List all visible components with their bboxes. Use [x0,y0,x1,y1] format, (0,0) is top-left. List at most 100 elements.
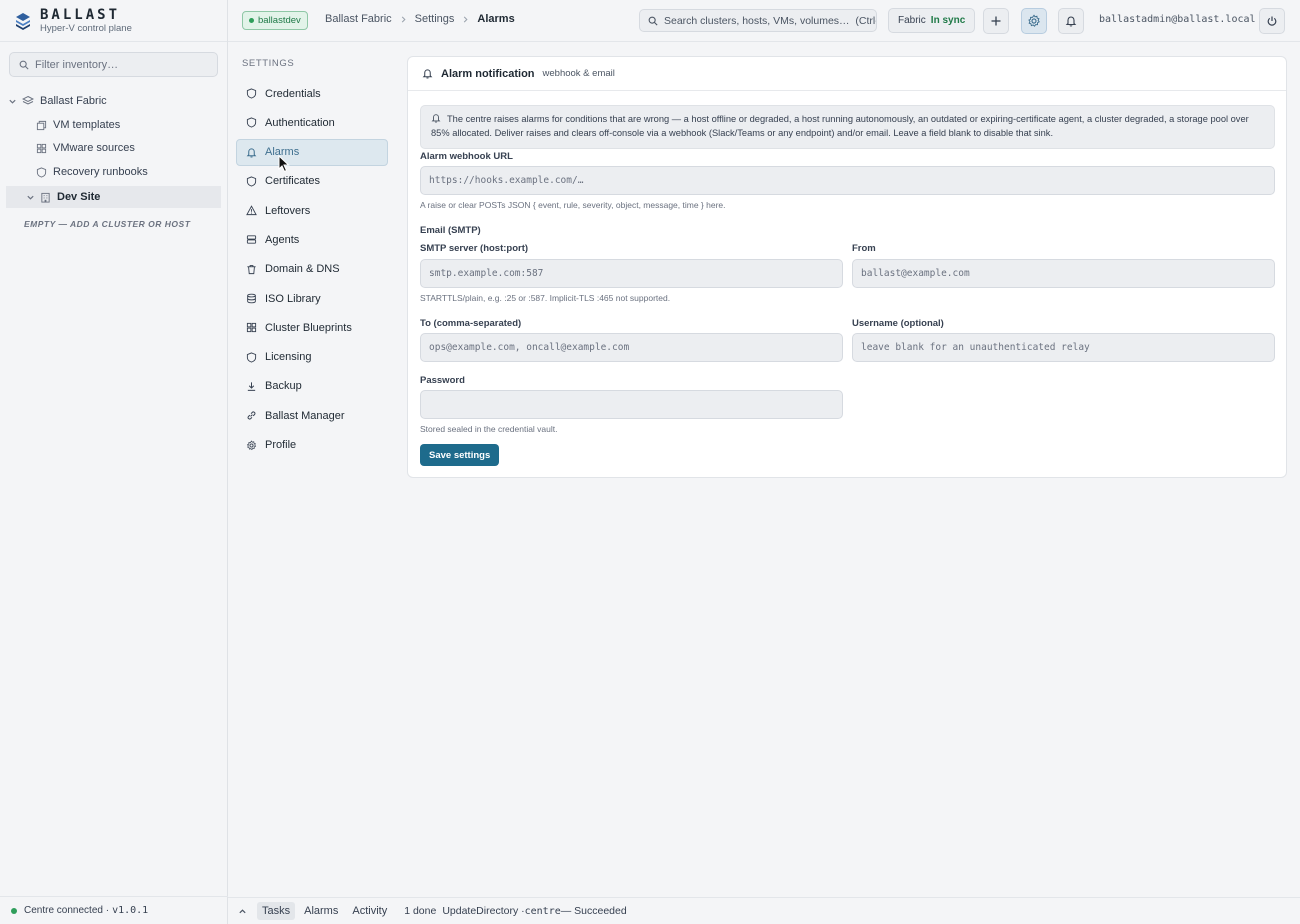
settings-nav-licensing[interactable]: Licensing [236,344,388,371]
to-input[interactable] [420,333,843,362]
settings-nav-profile[interactable]: Profile [236,432,388,459]
task-result: — Succeeded [560,905,627,917]
settings-nav-domain-dns[interactable]: Domain & DNS [236,256,388,283]
smtp-server-label: SMTP server (host:port) [420,243,529,254]
tree-item-label: Recovery runbooks [53,166,148,178]
password-label: Password [420,375,465,386]
save-settings-button[interactable]: Save settings [420,444,500,466]
tree-item-vmware-sources[interactable]: VMware sources [6,137,221,159]
connection-status-text: Centre connected · [24,905,110,916]
task-count: 1 done [404,905,437,917]
global-search-input[interactable] [664,14,876,27]
tree-item-ballast-fabric[interactable]: Ballast Fabric [6,90,221,112]
global-search[interactable] [639,9,877,32]
settings-nav-certificates[interactable]: Certificates [236,168,388,195]
settings-nav-label: Leftovers [265,204,311,217]
grid-icon [246,322,257,333]
task-name[interactable]: UpdateDirectory · [442,905,524,917]
empty-site-hint: EMPTY — ADD A CLUSTER OR HOST [24,219,191,229]
brand[interactable]: BALLAST Hyper-V control plane [0,0,227,42]
settings-button[interactable] [1021,8,1047,34]
webhook-url-label: Alarm webhook URL [420,151,513,162]
sync-status-text: In sync [930,15,966,26]
shield-icon [246,88,257,99]
fabric-label: Fabric [898,15,926,26]
username-label: Username (optional) [852,318,944,329]
copy-icon [36,120,47,131]
link-icon [246,410,257,421]
smtp-server-hint: STARTTLS/plain, e.g. :25 or :587. Implic… [420,293,671,303]
settings-nav-cluster-blueprints[interactable]: Cluster Blueprints [236,314,388,341]
version-label: v1.0.1 [112,905,149,916]
from-label: From [852,243,876,254]
connection-status: Centre connected · v1.0.1 [0,896,228,924]
card-subtitle: webhook & email [542,68,615,79]
tree-item-dev-site[interactable]: Dev Site [6,186,221,208]
settings-nav-authentication[interactable]: Authentication [236,109,388,136]
notifications-button[interactable] [1058,8,1084,34]
status-dot [249,18,254,23]
tree-item-vm-templates[interactable]: VM templates [6,114,221,136]
brand-subtitle: Hyper-V control plane [40,22,132,34]
logout-button[interactable] [1259,8,1285,34]
chevron-down-icon[interactable] [24,193,36,202]
current-user[interactable]: ballastadmin@ballast.local [1099,14,1256,25]
breadcrumb-ballast-fabric[interactable]: Ballast Fabric [325,13,392,25]
tree-item-recovery-runbooks[interactable]: Recovery runbooks [6,161,221,183]
settings-nav-ballast-manager[interactable]: Ballast Manager [236,402,388,429]
tab-alarms[interactable]: Alarms [299,902,343,920]
settings-nav-title: SETTINGS [242,58,295,69]
settings-nav: SETTINGS Credentials Authentication Alar… [236,58,388,461]
tab-activity[interactable]: Activity [347,902,392,920]
password-hint: Stored sealed in the credential vault. [420,424,558,434]
plus-icon [990,15,1002,27]
from-input[interactable] [852,259,1275,288]
bell-icon [422,68,433,79]
settings-nav-agents[interactable]: Agents [236,226,388,253]
tree-item-label: VM templates [53,119,121,131]
chevron-down-icon[interactable] [6,97,18,106]
status-dot [11,907,17,914]
settings-nav-leftovers[interactable]: Leftovers [236,197,388,224]
smtp-server-input[interactable] [420,259,843,288]
tree-item-label: VMware sources [53,142,135,154]
tab-tasks[interactable]: Tasks [257,902,296,920]
inventory-filter-input[interactable] [35,58,215,71]
building-icon [40,192,51,203]
search-icon [19,60,29,70]
settings-nav-alarms[interactable]: Alarms [236,138,388,166]
database-icon [246,293,257,304]
settings-nav-label: Certificates [265,175,321,188]
shield-icon [246,117,257,128]
card-header: Alarm notification webhook & email [408,57,1286,91]
add-button[interactable] [983,8,1009,34]
gear-icon [246,439,257,451]
alarm-info-box: The centre raises alarms for conditions … [420,105,1275,149]
webhook-url-hint: A raise or clear POSTs JSON { event, rul… [420,200,726,210]
task-bar: Tasks Alarms Activity 1 done UpdateDirec… [228,897,1300,924]
power-icon [1266,15,1278,27]
settings-nav-backup[interactable]: Backup [236,373,388,400]
username-input[interactable] [852,333,1275,362]
breadcrumb-settings[interactable]: Settings [415,13,455,25]
shield-icon [246,352,257,363]
shield-icon [36,166,47,178]
fabric-sync-status[interactable]: Fabric In sync [888,8,976,33]
inventory-filter[interactable] [9,52,218,77]
top-bar: ballastdev Ballast Fabric Settings Alarm… [228,0,1300,42]
breadcrumb: Ballast Fabric Settings Alarms [325,13,515,25]
password-input[interactable] [420,390,843,419]
search-icon [648,16,658,26]
settings-nav-credentials[interactable]: Credentials [236,80,388,107]
settings-nav-iso-library[interactable]: ISO Library [236,285,388,312]
webhook-url-input[interactable] [420,166,1275,195]
inventory-sidebar: BALLAST Hyper-V control plane Ballast Fa… [0,0,228,924]
chevron-right-icon [462,16,469,23]
mouse-cursor-icon [278,155,290,173]
breadcrumb-alarms: Alarms [477,13,515,25]
task-target: centre [524,905,561,917]
environment-badge[interactable]: ballastdev [242,11,308,30]
environment-label: ballastdev [258,15,301,26]
bell-icon [1065,15,1077,27]
chevron-up-icon[interactable] [238,907,247,916]
